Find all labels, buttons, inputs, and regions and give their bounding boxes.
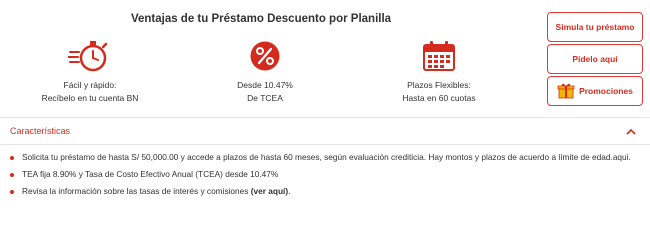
- bullet-icon: [10, 189, 14, 194]
- feature-terms-desc: Hasta en 60 cuotas: [402, 93, 476, 103]
- section-title: Ventajas de tu Préstamo Descuento por Pl…: [130, 13, 392, 25]
- percent-icon: [190, 38, 340, 74]
- promotions-button[interactable]: Promociones: [547, 76, 643, 106]
- feature-rate-title: Desde 10.47%: [237, 80, 293, 90]
- feature-terms-title: Plazos Flexibles:: [407, 80, 471, 90]
- stopwatch-icon: [15, 38, 165, 74]
- chevron-up-icon[interactable]: [626, 122, 636, 140]
- calendar-icon: [364, 38, 514, 74]
- list-item: Revisa la información sobre las tasas de…: [10, 186, 640, 197]
- bullet-icon: [10, 172, 14, 177]
- list-item-text: TEA fija 8.90% y Tasa de Costo Efectivo …: [22, 169, 279, 179]
- feature-rate-desc: De TCEA: [247, 93, 283, 103]
- accordion-body: Solicita tu préstamo de hasta S/ 50,000.…: [10, 152, 640, 203]
- see-here-link[interactable]: (ver aquí): [251, 186, 288, 196]
- simulate-loan-button[interactable]: Simula tu préstamo: [547, 12, 643, 42]
- feature-rate: Desde 10.47% De TCEA: [190, 38, 340, 103]
- bullet-icon: [10, 155, 14, 160]
- feature-fast: Fácil y rápido: Recíbelo en tu cuenta BN: [15, 38, 165, 103]
- promotions-label: Promociones: [579, 86, 633, 96]
- request-loan-label: Pídelo aquí: [572, 54, 618, 64]
- gift-icon: [557, 81, 575, 101]
- list-item: Solicita tu préstamo de hasta S/ 50,000.…: [10, 152, 640, 163]
- feature-fast-title: Fácil y rápido:: [63, 80, 117, 90]
- list-item-suffix: .: [288, 186, 291, 196]
- feature-fast-desc: Recíbelo en tu cuenta BN: [41, 93, 139, 103]
- accordion-title: Características: [10, 126, 71, 136]
- characteristics-list: Solicita tu préstamo de hasta S/ 50,000.…: [10, 152, 640, 197]
- characteristics-accordion-header[interactable]: Características: [0, 117, 650, 145]
- request-loan-button[interactable]: Pídelo aquí: [547, 44, 643, 74]
- list-item-text: Solicita tu préstamo de hasta S/ 50,000.…: [22, 152, 631, 162]
- list-item-text: Revisa la información sobre las tasas de…: [22, 186, 251, 196]
- list-item: TEA fija 8.90% y Tasa de Costo Efectivo …: [10, 169, 640, 180]
- feature-terms: Plazos Flexibles: Hasta en 60 cuotas: [364, 38, 514, 103]
- simulate-loan-label: Simula tu préstamo: [555, 22, 635, 32]
